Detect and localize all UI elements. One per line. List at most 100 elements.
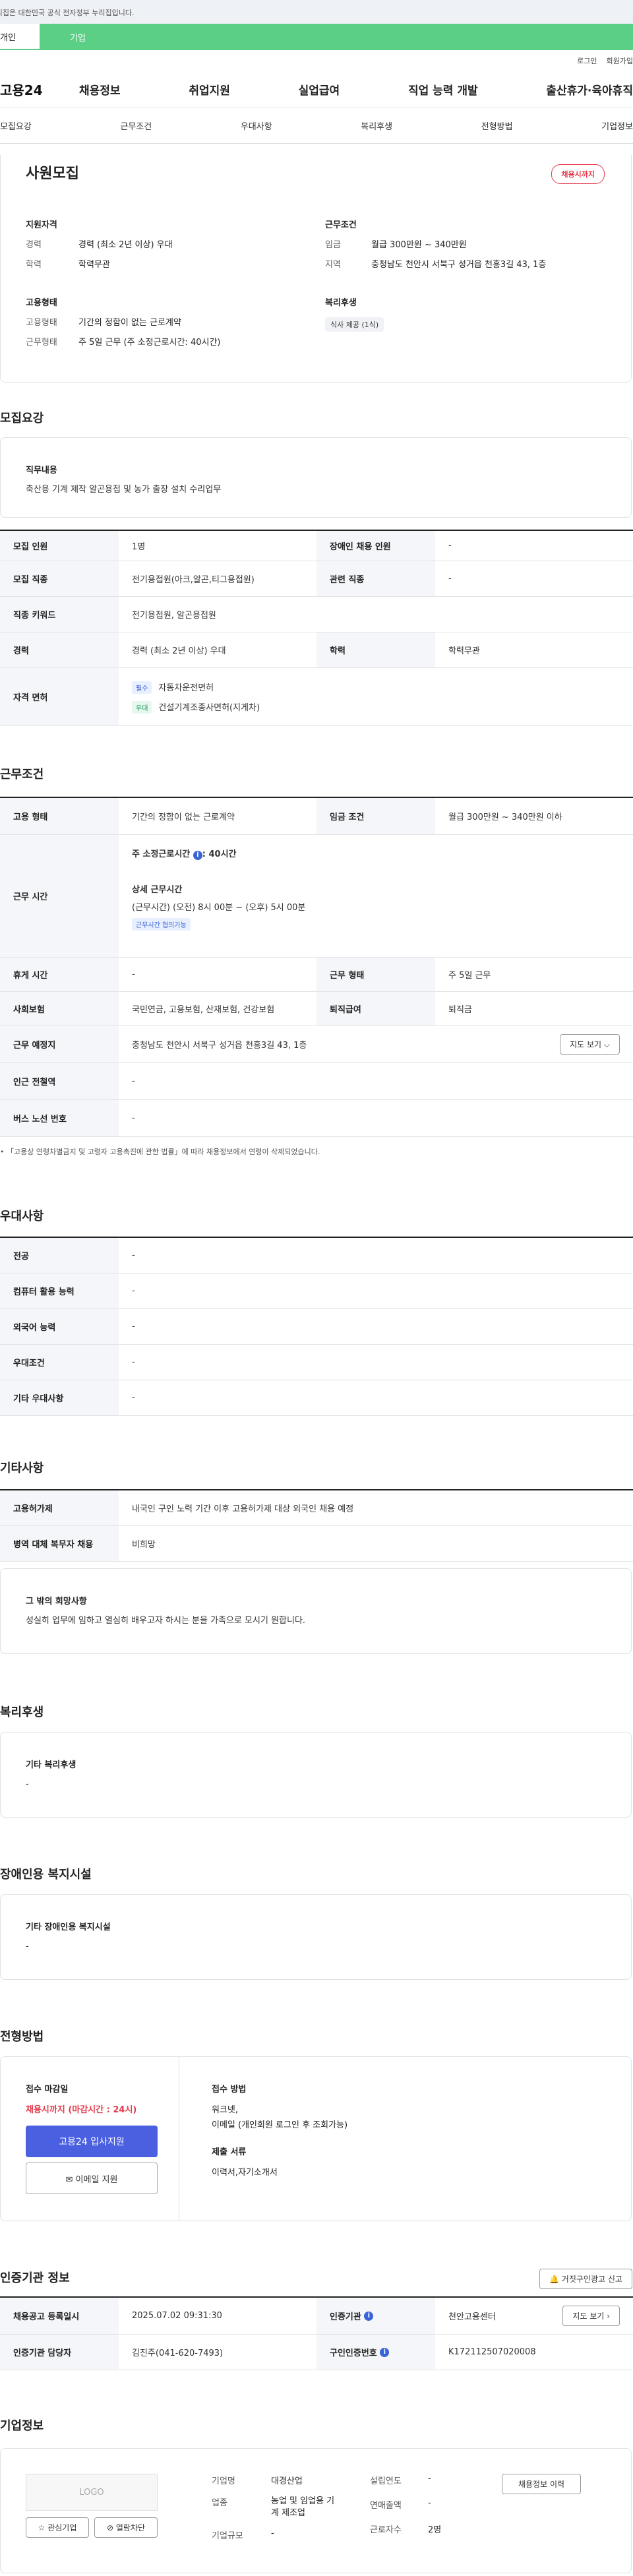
table-row: 고용허가제 내국인 구인 노력 기간 이후 고용허가제 대상 외국인 채용 예정 bbox=[0, 1490, 633, 1526]
block-view-button[interactable]: ⊘ 열람차단 bbox=[94, 2517, 158, 2538]
qualification-group: 지원자격 경력 경력 (최소 2년 이상) 우대 학력 학력무관 bbox=[26, 218, 303, 279]
utility-links: 로그인 회원가입 bbox=[0, 50, 633, 71]
info-icon[interactable]: i bbox=[193, 851, 202, 860]
gov-notice-bar: 이 누리집은 대한민국 공식 전자정부 누리집입니다. bbox=[0, 0, 633, 24]
area-value: 충청남도 천안시 서북구 성거읍 천흥3길 43, 1층 bbox=[371, 260, 547, 270]
required-tag: 필수 bbox=[132, 681, 152, 694]
detail-hours-value: (근무시간) (오전) 8시 00분 ~ (오후) 5시 00분 bbox=[132, 903, 306, 913]
docs-heading: 제출 서류 bbox=[212, 2147, 247, 2157]
weekly-hours-label: 주 소정근로시간 bbox=[132, 849, 191, 859]
row-label: 모집 인원 bbox=[0, 531, 119, 561]
area-label: 지역 bbox=[325, 260, 341, 270]
report-fake-ad-button[interactable]: 🔔 거짓구인광고 신고 bbox=[539, 2269, 632, 2289]
row-label: 자격 면허 bbox=[0, 668, 119, 725]
docs-value: 이력서,자기소개서 bbox=[212, 2168, 278, 2178]
gnb-training[interactable]: 직업 능력 개발 bbox=[408, 81, 478, 98]
gov-notice-text: 이 누리집은 대한민국 공식 전자정부 누리집입니다. bbox=[0, 9, 135, 17]
signup-link[interactable]: 회원가입 bbox=[607, 55, 633, 66]
favorite-company-button[interactable]: ☆ 관심기업 bbox=[26, 2517, 89, 2538]
subnav-preference[interactable]: 우대사항 bbox=[241, 119, 272, 132]
info-icon[interactable]: i bbox=[364, 2311, 374, 2321]
site-logo[interactable]: 고용24 bbox=[0, 80, 79, 99]
industry-label: 업종 bbox=[212, 2498, 227, 2508]
info-icon[interactable]: i bbox=[380, 2347, 390, 2357]
sales-value: - bbox=[428, 2498, 431, 2508]
row-label: 고용허가제 bbox=[0, 1490, 119, 1525]
gnb-jobs[interactable]: 채용정보 bbox=[79, 81, 121, 98]
subnav-process[interactable]: 전형방법 bbox=[481, 119, 513, 132]
row-label: 컴퓨터 활용 능력 bbox=[0, 1273, 119, 1308]
table-row: 인증기관 담당자 김진주(041-620-7493) 구인인증번호 i K172… bbox=[0, 2335, 633, 2370]
employment-group: 고용형태 고용형태 기간의 정함이 없는 근로계약 근무형태 주 5일 근무 (주 … bbox=[26, 295, 303, 357]
subnav-recruit[interactable]: 모집요강 bbox=[0, 119, 32, 132]
row-value: 김진주(041-620-7493) bbox=[132, 2348, 224, 2358]
emp-type-value: 기간의 정함이 없는 근로계약 bbox=[78, 318, 181, 328]
table-row: 직종 키워드 전기용접원, 알곤용접원 bbox=[0, 597, 633, 632]
apply-button[interactable]: 고용24 입사지원 bbox=[26, 2126, 158, 2157]
email-apply-button[interactable]: ✉ 이메일 지원 bbox=[26, 2162, 158, 2194]
row-value: 전기용접원(아크,알곤,티그용접원) bbox=[132, 575, 255, 585]
tab-company[interactable]: 기업 bbox=[40, 24, 633, 50]
gnb-leave[interactable]: 출산휴가·육아휴직 bbox=[546, 81, 633, 98]
row-value: - bbox=[132, 969, 135, 979]
row-label: 구인인증번호 i bbox=[316, 2335, 435, 2370]
size-label: 기업규모 bbox=[212, 2531, 243, 2541]
deadline-badge: 채용시까지 bbox=[551, 164, 605, 184]
cert-table: 채용공고 등록일시 2025.07.02 09:31:30 인증기관 i 천안고… bbox=[0, 2296, 633, 2370]
row-value: - bbox=[448, 541, 452, 551]
row-label: 직종 키워드 bbox=[0, 597, 119, 632]
row-value: 주 5일 근무 bbox=[448, 971, 491, 981]
process-section-title: 전형방법 bbox=[0, 2030, 44, 2044]
row-value: - bbox=[132, 1076, 135, 1086]
table-row: 인근 전철역 - bbox=[0, 1063, 633, 1100]
block-label: 열람차단 bbox=[115, 2523, 146, 2532]
table-row: 경력 경력 (최소 2년 이상) 우대 학력 학력무관 bbox=[0, 632, 633, 668]
row-value: - bbox=[132, 1286, 135, 1296]
star-icon: ☆ bbox=[38, 2523, 45, 2532]
table-row: 모집 인원 1명 장애인 채용 인원 - bbox=[0, 531, 633, 561]
global-nav: 고용24 채용정보 취업지원 실업급여 직업 능력 개발 출산휴가·육아휴직 bbox=[0, 71, 633, 108]
cert-section-title: 인증기관 정보 bbox=[0, 2271, 70, 2285]
table-row: 근무 예정지 충청남도 천안시 서북구 성거읍 천흥3길 43, 1층 지도 보… bbox=[0, 1026, 633, 1063]
row-value: - bbox=[132, 1357, 135, 1367]
work-type-value: 주 5일 근무 (주 소정근로시간: 40시간) bbox=[78, 338, 221, 348]
row-value: - bbox=[132, 1393, 135, 1403]
career-label: 경력 bbox=[26, 240, 42, 250]
subnav-company[interactable]: 기업정보 bbox=[601, 119, 633, 132]
subnav-conditions[interactable]: 근무조건 bbox=[120, 119, 152, 132]
pref-section-title: 우대사항 bbox=[0, 1210, 44, 1223]
gnb-unemployment[interactable]: 실업급여 bbox=[299, 81, 340, 98]
row-label: 퇴직급여 bbox=[316, 992, 435, 1026]
work-type-label: 근무형태 bbox=[26, 338, 57, 348]
row-value: 월급 300만원 ~ 340만원 이하 bbox=[448, 813, 562, 822]
method-heading: 접수 방법 bbox=[212, 2085, 247, 2095]
conditions-group: 근무조건 임금 월급 300만원 ~ 340만원 지역 충청남도 천안시 서북구 성… bbox=[325, 218, 615, 279]
hiring-history-button[interactable]: 채용정보 이력 bbox=[502, 2474, 581, 2494]
license-required: 자동차운전면허 bbox=[158, 683, 214, 693]
row-value: 충청남도 천안시 서북구 성거읍 천흥3길 43, 1층 bbox=[132, 1041, 307, 1051]
bell-icon: 🔔 bbox=[549, 2275, 559, 2284]
row-label: 모집 직종 bbox=[0, 561, 119, 596]
work-table: 고용 형태 기간의 정함이 없는 근로계약 임금 조건 월급 300만원 ~ 3… bbox=[0, 797, 633, 1137]
age-law-note-text: 「고용상 연령차별금지 및 고령자 고용촉진에 관한 법률」에 따라 채용정보에… bbox=[7, 1148, 320, 1156]
recruit-table: 모집 인원 1명 장애인 채용 인원 - 모집 직종 전기용접원(아크,알곤,티… bbox=[0, 530, 633, 726]
company-logo: LOGO bbox=[26, 2474, 158, 2511]
org-map-button[interactable]: 지도 보기 › bbox=[562, 2306, 620, 2326]
login-link[interactable]: 로그인 bbox=[577, 55, 597, 66]
table-row: 컴퓨터 활용 능력 - bbox=[0, 1273, 633, 1309]
subnav-welfare[interactable]: 복리후생 bbox=[361, 119, 392, 132]
education-label: 학력 bbox=[26, 260, 42, 270]
row-label: 경력 bbox=[0, 632, 119, 667]
method-value-1: 워크넷, bbox=[212, 2105, 239, 2115]
map-button-label: 지도 보기 bbox=[570, 1040, 602, 1049]
gnb-support[interactable]: 취업지원 bbox=[189, 81, 230, 98]
block-icon: ⊘ bbox=[106, 2523, 114, 2532]
table-row: 사회보험 국민연금, 고용보험, 산재보험, 건강보험 퇴직급여 퇴직금 bbox=[0, 992, 633, 1026]
tab-personal[interactable]: 개인 bbox=[0, 24, 40, 50]
employees-label: 근로자수 bbox=[370, 2525, 402, 2535]
map-button[interactable]: 지도 보기 ⌵ bbox=[560, 1034, 620, 1055]
row-value: 전기용접원, 알곤용접원 bbox=[132, 611, 216, 621]
wage-value: 월급 300만원 ~ 340만원 bbox=[371, 240, 467, 250]
row-label: 병역 대체 복무자 채용 bbox=[0, 1526, 119, 1561]
conditions-heading: 근무조건 bbox=[325, 220, 357, 230]
